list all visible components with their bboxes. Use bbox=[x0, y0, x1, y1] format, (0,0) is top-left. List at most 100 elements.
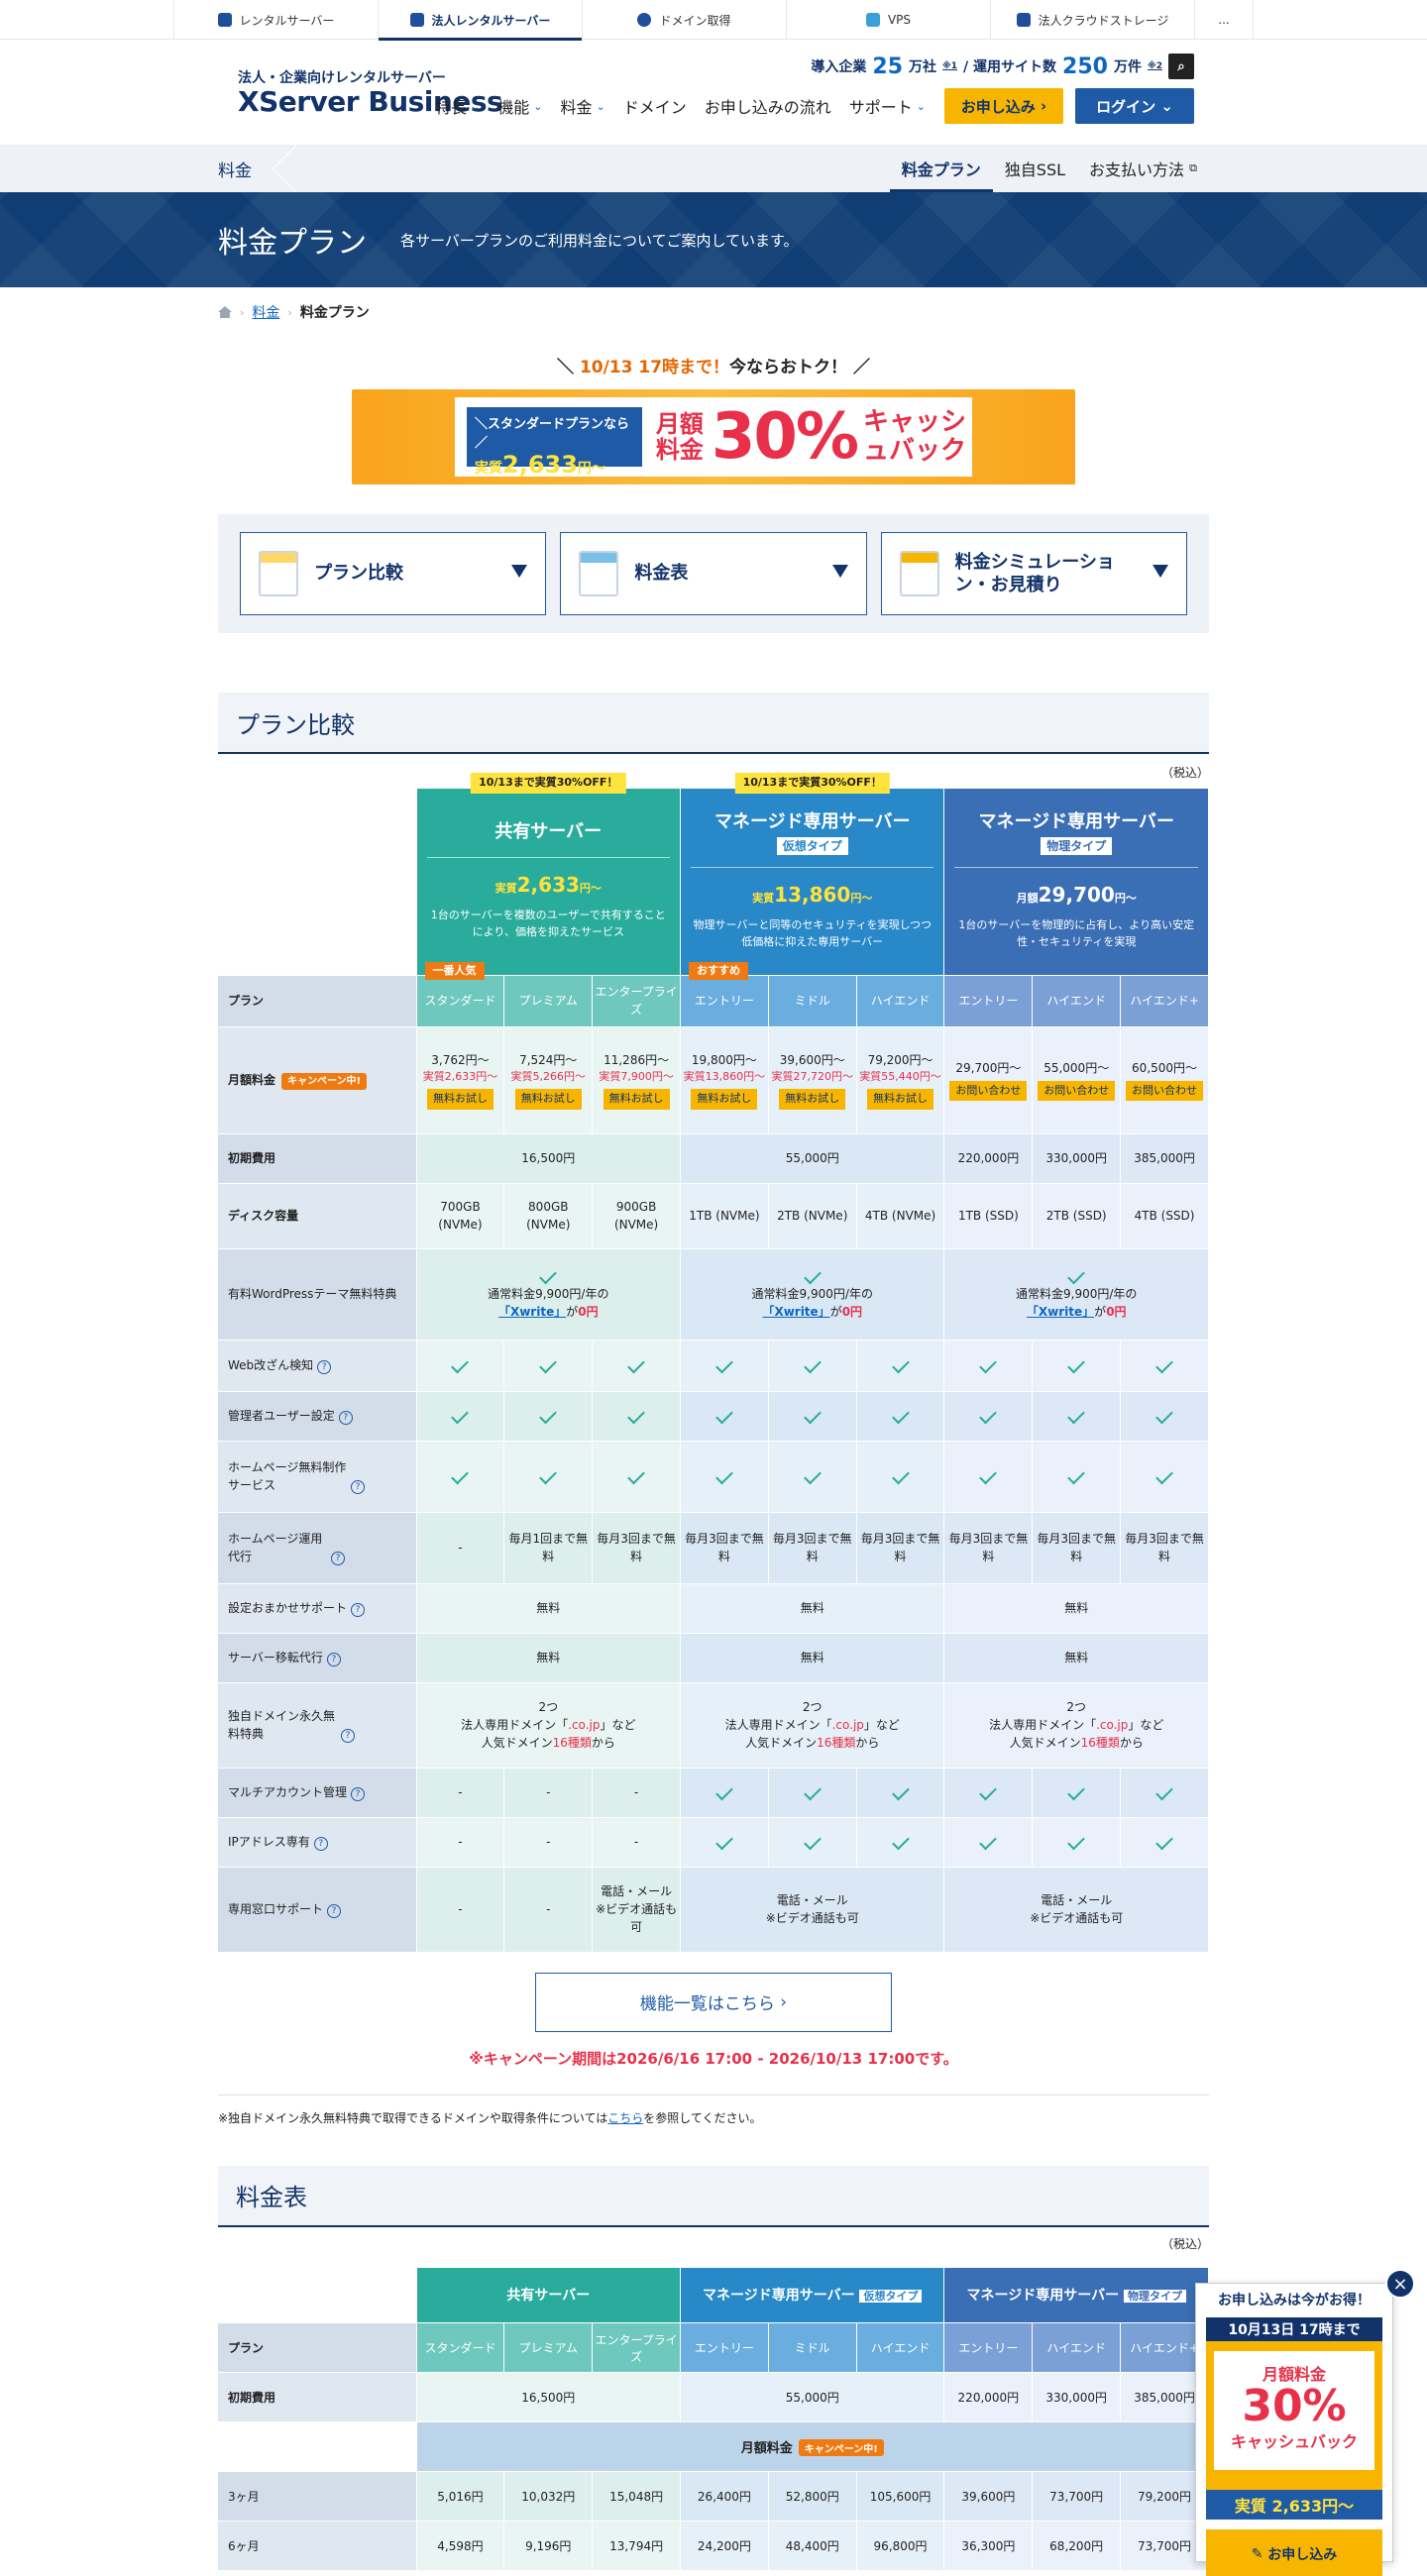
chevron-down-icon: ⌄ bbox=[471, 99, 481, 113]
check-icon bbox=[891, 1355, 910, 1374]
contact-button[interactable]: お問い合わせ bbox=[1038, 1080, 1116, 1102]
check-icon bbox=[539, 1355, 558, 1374]
jump-simulation[interactable]: 料金シミュレーション・お見積り bbox=[880, 532, 1187, 615]
subnav-plans[interactable]: 料金プラン bbox=[889, 145, 993, 192]
nav-support[interactable]: サポート ⌄ bbox=[840, 88, 934, 124]
service-tab-more[interactable]: ... bbox=[1194, 0, 1254, 40]
service-tab-rental[interactable]: レンタルサーバー bbox=[173, 0, 378, 40]
plan-compare-table: 10/13まで実質30%OFF！ 共有サーバー 実質2,633円〜 1台のサーバ… bbox=[218, 773, 1209, 1953]
help-icon[interactable]: ? bbox=[338, 1411, 353, 1425]
trial-button[interactable]: 無料お試し bbox=[514, 1089, 582, 1110]
chevron-down-icon: ⌄ bbox=[533, 99, 543, 113]
check-icon bbox=[1067, 1466, 1086, 1485]
plan-v-middle: ミドル bbox=[768, 975, 857, 1027]
domain-note-link[interactable]: こちら bbox=[607, 2111, 643, 2125]
jump-plan-compare[interactable]: プラン比較 bbox=[240, 532, 547, 615]
check-icon bbox=[891, 1782, 910, 1801]
trial-button[interactable]: 無料お試し bbox=[691, 1089, 758, 1110]
check-icon bbox=[1067, 1355, 1086, 1374]
check-icon bbox=[803, 1782, 822, 1801]
apply-button[interactable]: お申し込み › bbox=[944, 88, 1063, 124]
cube-icon bbox=[865, 13, 880, 27]
subnav-ssl[interactable]: 独自SSL bbox=[993, 145, 1077, 192]
campaign-banner[interactable]: ＼スタンダードプランなら／ 実質2,633円〜 月額料金 30% キャッシュバッ… bbox=[352, 389, 1075, 484]
subnav-payment[interactable]: お支払い方法 ⧉ bbox=[1077, 145, 1209, 192]
check-icon bbox=[1067, 1406, 1086, 1425]
check-icon bbox=[627, 1406, 645, 1425]
xwrite-link[interactable]: 「Xwrite」 bbox=[1027, 1305, 1094, 1319]
check-icon bbox=[627, 1355, 645, 1374]
trial-button[interactable]: 無料お試し bbox=[426, 1089, 494, 1110]
chevron-down-icon: ⌄ bbox=[596, 99, 605, 113]
tax-note: （税込） bbox=[1160, 766, 1209, 780]
nav-functions[interactable]: 機能 ⌄ bbox=[489, 88, 551, 124]
check-icon bbox=[979, 1355, 998, 1374]
help-icon[interactable]: ? bbox=[341, 1729, 355, 1743]
contact-button[interactable]: お問い合わせ bbox=[949, 1080, 1028, 1102]
feature-list-button[interactable]: 機能一覧はこちら › bbox=[535, 1972, 892, 2032]
external-link-icon: ⧉ bbox=[1189, 161, 1197, 174]
page-description: 各サーバープランのご利用料金についてご案内しています。 bbox=[400, 231, 799, 250]
breadcrumb-separator-icon: › bbox=[287, 305, 292, 319]
breadcrumb-separator-icon: › bbox=[240, 305, 245, 319]
help-icon[interactable]: ? bbox=[351, 1480, 365, 1494]
help-icon[interactable]: ? bbox=[317, 1360, 332, 1374]
nav-flow[interactable]: お申し込みの流れ bbox=[696, 88, 840, 124]
breadcrumb-pricing[interactable]: 料金 bbox=[252, 302, 279, 322]
help-icon[interactable]: ? bbox=[351, 1603, 366, 1617]
page-hero: 料金プラン 各サーバープランのご利用料金についてご案内しています。 bbox=[0, 192, 1427, 287]
check-icon bbox=[715, 1782, 733, 1801]
close-icon[interactable]: × bbox=[1385, 2269, 1415, 2299]
fee-table: 共有サーバー マネージド専用サーバー 仮想タイプ マネージド専用サーバー 物理タ… bbox=[218, 2267, 1210, 2571]
plan-enterprise: エンタープライズ bbox=[592, 975, 682, 1027]
nav-pricing[interactable]: 料金 ⌄ bbox=[552, 88, 614, 124]
check-icon bbox=[891, 1832, 910, 1851]
nav-domain[interactable]: ドメイン bbox=[614, 88, 696, 124]
section-arrow bbox=[273, 145, 296, 192]
check-icon bbox=[1155, 1406, 1173, 1425]
contact-button[interactable]: お問い合わせ bbox=[1126, 1080, 1204, 1102]
check-icon bbox=[1067, 1832, 1086, 1851]
search-icon: ⌕ bbox=[1177, 58, 1185, 74]
check-icon bbox=[1155, 1782, 1173, 1801]
check-icon bbox=[979, 1406, 998, 1425]
help-icon[interactable]: ? bbox=[313, 1837, 328, 1851]
trial-button[interactable]: 無料お試し bbox=[779, 1089, 846, 1110]
help-icon[interactable]: ? bbox=[351, 1787, 366, 1801]
service-switcher: レンタルサーバー 法人レンタルサーバー ドメイン取得 VPS 法人クラウドストレ… bbox=[0, 0, 1427, 41]
chevron-right-icon: › bbox=[780, 1991, 788, 2012]
server-icon bbox=[217, 13, 232, 27]
service-tab-domain[interactable]: ドメイン取得 bbox=[582, 0, 786, 40]
breadcrumb-current: 料金プラン bbox=[299, 305, 370, 321]
check-icon bbox=[539, 1466, 558, 1485]
check-icon bbox=[715, 1466, 733, 1485]
help-icon[interactable]: ? bbox=[326, 1653, 341, 1666]
check-icon bbox=[979, 1832, 998, 1851]
xwrite-link[interactable]: 「Xwrite」 bbox=[762, 1305, 829, 1319]
service-tab-vps[interactable]: VPS bbox=[786, 0, 990, 40]
search-button[interactable]: ⌕ bbox=[1168, 54, 1194, 79]
service-tab-storage[interactable]: 法人クラウドストレージ bbox=[990, 0, 1194, 40]
breadcrumb: › 料金 › 料金プラン bbox=[218, 287, 1209, 337]
xwrite-link[interactable]: 「Xwrite」 bbox=[498, 1305, 566, 1319]
service-tab-business[interactable]: 法人レンタルサーバー bbox=[378, 0, 582, 41]
trial-button[interactable]: 無料お試し bbox=[603, 1089, 670, 1110]
home-icon[interactable] bbox=[218, 306, 232, 318]
jump-fee-table[interactable]: 料金表 bbox=[560, 532, 867, 615]
check-icon bbox=[803, 1832, 822, 1851]
help-icon[interactable]: ? bbox=[331, 1552, 345, 1565]
login-button[interactable]: ログイン ⌄ bbox=[1075, 88, 1194, 124]
nav-features[interactable]: 特長 ⌄ bbox=[426, 88, 489, 124]
promo-heading: ＼ 10/13 17時まで！今ならおトク！ ／ bbox=[557, 358, 870, 377]
group-header-shared: 10/13まで実質30%OFF！ 共有サーバー 実質2,633円〜 1台のサーバ… bbox=[416, 773, 682, 976]
check-icon bbox=[451, 1355, 470, 1374]
floating-apply-button[interactable]: ✎ お申し込み bbox=[1206, 2529, 1382, 2576]
plan-v-entry: おすすめ エントリー bbox=[680, 961, 769, 1027]
trial-button[interactable]: 無料お試し bbox=[867, 1089, 934, 1110]
check-icon bbox=[451, 1406, 470, 1425]
check-icon bbox=[715, 1406, 733, 1425]
shield-icon bbox=[409, 13, 424, 27]
check-icon bbox=[979, 1466, 998, 1485]
help-icon[interactable]: ? bbox=[327, 1904, 342, 1918]
check-icon bbox=[803, 1406, 822, 1425]
